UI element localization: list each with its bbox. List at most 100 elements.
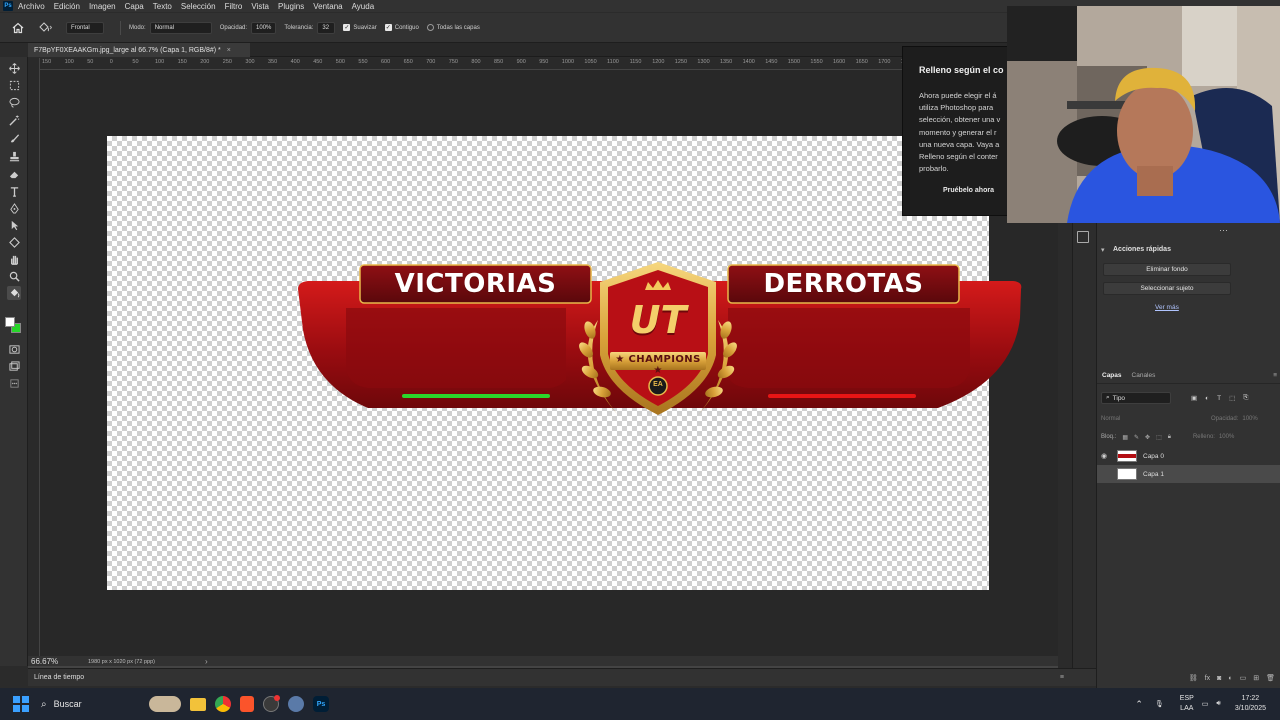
clock[interactable]: 17:22 3/10/2025: [1235, 694, 1266, 714]
lock-artboard-icon[interactable]: ⬚: [1156, 434, 1162, 441]
group-icon[interactable]: ▭: [1240, 674, 1247, 682]
menu-filtro[interactable]: Filtro: [225, 2, 243, 11]
opacity-value[interactable]: 100%: [1242, 416, 1257, 422]
lock-all-icon[interactable]: 🔒︎: [1168, 434, 1171, 441]
fill-source-select[interactable]: Frontal: [66, 21, 104, 34]
menu-seleccion[interactable]: Selección: [181, 2, 216, 11]
move-tool-icon[interactable]: [7, 61, 21, 75]
see-more-link[interactable]: Ver más: [1155, 304, 1179, 311]
marquee-tool-icon[interactable]: [7, 78, 21, 92]
paint-bucket-tool-icon[interactable]: [7, 286, 21, 300]
filter-shape-icon[interactable]: ⬚: [1229, 394, 1235, 402]
lock-position-icon[interactable]: ✥: [1145, 434, 1150, 441]
checkbox-unchecked-icon[interactable]: [426, 24, 434, 31]
microphone-icon[interactable]: 🎙︎: [1155, 700, 1164, 708]
document-info[interactable]: 1980 px x 1020 px (72 ppp): [88, 659, 155, 665]
trash-icon[interactable]: 🗑︎: [1266, 674, 1275, 682]
volume-icon[interactable]: 🔊︎: [1216, 700, 1220, 708]
panel-menu-icon[interactable]: ≡: [1273, 372, 1277, 379]
document-tab[interactable]: F7BpYF0XEAAKGm.jpg_large al 66.7% (Capa …: [28, 43, 250, 57]
eye-icon[interactable]: ◉: [1097, 452, 1111, 460]
menu-capa[interactable]: Capa: [125, 2, 144, 11]
timeline-title[interactable]: Línea de tiempo: [34, 674, 84, 681]
filter-type-icon[interactable]: T: [1217, 395, 1221, 402]
properties-panel-icon[interactable]: [1077, 231, 1089, 243]
menu-ventana[interactable]: Ventana: [313, 2, 342, 11]
stamp-tool-icon[interactable]: [7, 149, 21, 163]
menu-texto[interactable]: Texto: [153, 2, 172, 11]
adjustment-layer-icon[interactable]: ◐: [1228, 675, 1232, 682]
brave-icon[interactable]: [240, 696, 254, 712]
magic-wand-icon[interactable]: [7, 113, 21, 127]
menu-vista[interactable]: Vista: [251, 2, 269, 11]
home-icon[interactable]: [12, 22, 24, 34]
layer-row-capa-0[interactable]: ◉ Capa 0: [1097, 447, 1280, 465]
menu-ayuda[interactable]: Ayuda: [352, 2, 375, 11]
menu-imagen[interactable]: Imagen: [89, 2, 116, 11]
contiguous-option[interactable]: ✓ Contiguo: [384, 24, 419, 31]
foreground-color-swatch[interactable]: [5, 317, 15, 327]
tab-canales[interactable]: Canales: [1127, 372, 1161, 379]
select-subject-button[interactable]: Seleccionar sujeto: [1103, 282, 1231, 295]
zoom-tool-icon[interactable]: [7, 269, 21, 283]
link-layers-icon[interactable]: ⛓: [1189, 674, 1198, 682]
screen-mode-icon[interactable]: [7, 359, 21, 373]
filter-pixel-icon[interactable]: ▣: [1191, 394, 1197, 402]
tab-capas[interactable]: Capas: [1097, 372, 1127, 379]
file-explorer-icon[interactable]: [190, 697, 206, 711]
mode-select[interactable]: Normal: [149, 21, 212, 34]
windows-start-icon[interactable]: [13, 696, 29, 712]
more-options-icon[interactable]: ⋯: [1219, 225, 1228, 236]
remove-background-button[interactable]: Eliminar fondo: [1103, 263, 1231, 276]
menu-plugins[interactable]: Plugins: [278, 2, 304, 11]
paint-bucket-preset-icon[interactable]: [38, 22, 52, 33]
network-icon[interactable]: ▭: [1202, 700, 1209, 708]
opacity-input[interactable]: 100%: [251, 21, 277, 34]
type-tool-icon[interactable]: [7, 184, 21, 198]
blend-mode-select[interactable]: Normal: [1101, 416, 1161, 422]
layer-name[interactable]: Capa 0: [1143, 453, 1164, 460]
pen-tool-icon[interactable]: [7, 201, 21, 215]
lock-paint-icon[interactable]: ✎: [1134, 434, 1139, 441]
taskbar-search[interactable]: ⌕ Buscar: [41, 692, 181, 716]
hand-tool-icon[interactable]: [7, 252, 21, 266]
menu-archivo[interactable]: Archivo: [18, 2, 45, 11]
menu-edicion[interactable]: Edición: [54, 2, 80, 11]
chevron-down-icon[interactable]: ▾: [1101, 246, 1105, 254]
close-icon[interactable]: ×: [227, 47, 231, 54]
chevron-up-icon[interactable]: ⌃: [1135, 699, 1143, 710]
checkbox-checked-icon[interactable]: ✓: [343, 24, 351, 31]
add-mask-icon[interactable]: ◙: [1217, 675, 1221, 682]
path-selection-icon[interactable]: [7, 218, 21, 232]
panel-menu-icon[interactable]: ≡: [1060, 674, 1064, 681]
eraser-tool-icon[interactable]: [7, 167, 21, 181]
all-layers-option[interactable]: Todas las capas: [426, 24, 480, 31]
layer-row-capa-1[interactable]: Capa 1: [1097, 465, 1280, 483]
layer-style-icon[interactable]: fx: [1205, 675, 1210, 682]
lock-pixels-icon[interactable]: ▦: [1122, 434, 1128, 441]
new-layer-icon[interactable]: ⊞: [1253, 674, 1259, 682]
lasso-tool-icon[interactable]: [7, 95, 21, 109]
fill-value[interactable]: 100%: [1219, 434, 1234, 440]
layer-name[interactable]: Capa 1: [1143, 471, 1164, 478]
zoom-level[interactable]: 66.67%: [28, 657, 88, 666]
try-now-button[interactable]: Pruébelo ahora: [943, 187, 994, 194]
filter-adjust-icon[interactable]: ◐: [1205, 395, 1209, 402]
photoshop-taskbar-icon[interactable]: Ps: [313, 696, 329, 712]
chevron-right-icon[interactable]: ›: [205, 657, 208, 666]
ruler-tick-label: 1350: [720, 59, 733, 65]
quick-mask-icon[interactable]: [7, 342, 21, 356]
tolerance-label: Tolerancia:: [284, 24, 314, 31]
obs-icon[interactable]: [263, 695, 280, 712]
checkbox-checked-icon[interactable]: ✓: [384, 24, 392, 31]
brush-tool-icon[interactable]: [7, 131, 21, 145]
antialias-option[interactable]: ✓ Suavizar: [343, 24, 377, 31]
layer-filter-select[interactable]: ⌕ Tipo: [1101, 392, 1171, 404]
chrome-icon[interactable]: [215, 696, 231, 712]
edit-toolbar-icon[interactable]: [7, 376, 21, 390]
tolerance-input[interactable]: 32: [317, 21, 336, 34]
language-indicator[interactable]: ESP LAA: [1180, 694, 1194, 714]
shape-tool-icon[interactable]: [7, 235, 21, 249]
filter-smart-icon[interactable]: ⎘: [1243, 394, 1248, 402]
settings-gear-icon[interactable]: [288, 696, 304, 712]
